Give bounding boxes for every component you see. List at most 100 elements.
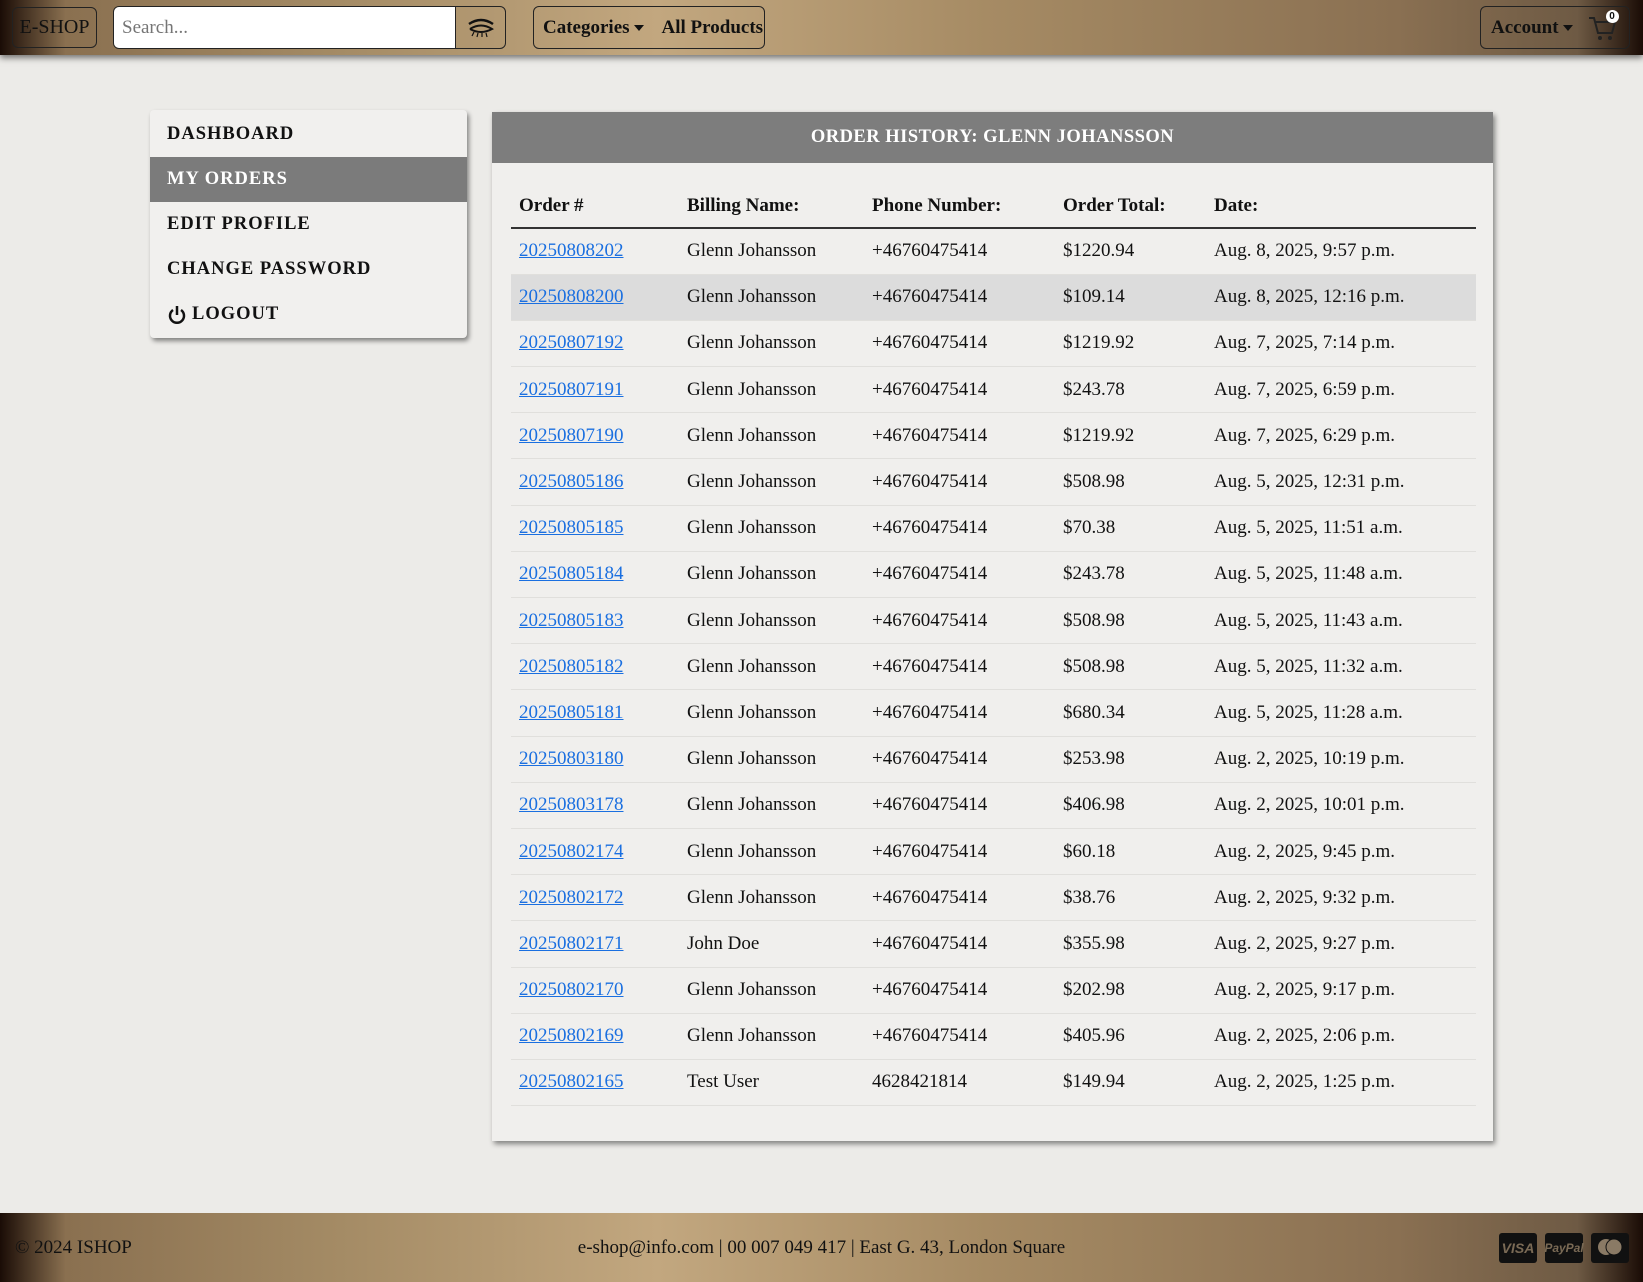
table-row: 20250808202 Glenn Johansson +46760475414 $1… (511, 228, 1476, 275)
cell-phone-number: +46760475414 (864, 228, 1055, 275)
sidebar-item-logout[interactable]: LOGOUT (150, 292, 467, 337)
cell-order-date: Aug. 8, 2025, 9:57 p.m. (1206, 228, 1476, 275)
cell-order-total: $38.76 (1055, 874, 1206, 922)
cell-order-date: Aug. 7, 2025, 6:29 p.m. (1206, 412, 1476, 460)
cell-order-date: Aug. 5, 2025, 11:32 a.m. (1206, 643, 1476, 691)
cell-phone-number: +46760475414 (864, 551, 1055, 599)
cell-order-number-link: 20250808200 (511, 274, 679, 321)
cell-order-number-link: 20250803178 (511, 782, 679, 829)
order-number-link[interactable]: 20250808200 (519, 286, 624, 307)
cell-order-total: $243.78 (1055, 551, 1206, 599)
order-number-link[interactable]: 20250807192 (519, 332, 624, 353)
order-number-link[interactable]: 20250802169 (519, 1025, 624, 1046)
table-row: 20250805186 Glenn Johansson +46760475414 $5… (511, 458, 1476, 506)
order-number-link[interactable]: 20250802171 (519, 933, 624, 954)
cell-order-total: $149.94 (1055, 1059, 1206, 1107)
cell-billing-name: Glenn Johansson (679, 967, 864, 1014)
cell-order-number-link: 20250805185 (511, 505, 679, 552)
order-number-link[interactable]: 20250805182 (519, 656, 624, 677)
cell-order-date: Aug. 8, 2025, 12:16 p.m. (1206, 274, 1476, 321)
cell-order-number-link: 20250807192 (511, 320, 679, 368)
order-number-link[interactable]: 20250802174 (519, 841, 624, 862)
cell-billing-name: Glenn Johansson (679, 412, 864, 460)
order-number-link[interactable]: 20250807190 (519, 425, 624, 446)
table-row: 20250802165 Test User 4628421814 $149.94 Aug… (511, 1059, 1476, 1107)
visa-icon: VISA (1499, 1233, 1537, 1263)
order-number-link[interactable]: 20250805181 (519, 702, 624, 723)
order-number-link[interactable]: 20250805185 (519, 517, 624, 538)
all-products-link[interactable]: All Products (662, 17, 764, 39)
cell-order-date: Aug. 2, 2025, 10:01 p.m. (1206, 782, 1476, 829)
table-row: 20250807190 Glenn Johansson +46760475414 $1… (511, 412, 1476, 460)
order-number-link[interactable]: 20250802172 (519, 887, 624, 908)
cell-phone-number: +46760475414 (864, 458, 1055, 506)
cell-order-total: $1220.94 (1055, 228, 1206, 275)
contact-info: e-shop@info.com | 00 007 049 417 | East … (577, 1237, 1066, 1258)
order-number-link[interactable]: 20250805186 (519, 471, 624, 492)
cell-billing-name: Glenn Johansson (679, 458, 864, 506)
logout-label: LOGOUT (192, 304, 280, 324)
table-row: 20250802171 John Doe +46760475414 $355.98 Au… (511, 920, 1476, 968)
cell-phone-number: +46760475414 (864, 967, 1055, 1014)
sidebar-item-my-orders[interactable]: MY ORDERS (150, 157, 467, 202)
cell-phone-number: 4628421814 (864, 1059, 1055, 1107)
table-row: 20250805185 Glenn Johansson +46760475414 $7… (511, 505, 1476, 552)
search-input[interactable] (114, 7, 455, 48)
cell-billing-name: Glenn Johansson (679, 505, 864, 552)
order-number-link[interactable]: 20250803180 (519, 748, 624, 769)
order-number-link[interactable]: 20250805184 (519, 563, 624, 584)
col-order-number: Order # (511, 184, 679, 229)
paypal-icon: PayPal (1544, 1233, 1584, 1263)
cell-billing-name: Glenn Johansson (679, 782, 864, 829)
sidebar-item-change-password[interactable]: CHANGE PASSWORD (150, 247, 467, 292)
cell-billing-name: Glenn Johansson (679, 643, 864, 691)
table-row: 20250807191 Glenn Johansson +46760475414 $2… (511, 366, 1476, 414)
cell-order-number-link: 20250807191 (511, 366, 679, 414)
order-number-link[interactable]: 20250803178 (519, 794, 624, 815)
cell-order-total: $406.98 (1055, 782, 1206, 829)
cart-count-badge: 0 (1605, 9, 1619, 23)
cell-order-date: Aug. 5, 2025, 11:43 a.m. (1206, 597, 1476, 645)
cart-button[interactable]: 0 (1587, 9, 1619, 43)
categories-label: Categories (543, 16, 630, 38)
cell-billing-name: Glenn Johansson (679, 736, 864, 783)
order-history-panel: ORDER HISTORY: GLENN JOHANSSON Order # B… (492, 112, 1493, 1141)
cell-order-total: $202.98 (1055, 967, 1206, 1014)
cell-order-date: Aug. 5, 2025, 11:28 a.m. (1206, 689, 1476, 737)
cell-phone-number: +46760475414 (864, 828, 1055, 876)
cell-order-number-link: 20250805186 (511, 458, 679, 506)
cell-billing-name: Glenn Johansson (679, 874, 864, 922)
footer: © 2024 ISHOP e-shop@info.com | 00 007 04… (0, 1213, 1643, 1282)
cell-phone-number: +46760475414 (864, 412, 1055, 460)
cell-order-total: $508.98 (1055, 643, 1206, 691)
cell-order-date: Aug. 7, 2025, 6:59 p.m. (1206, 366, 1476, 414)
cell-order-total: $243.78 (1055, 366, 1206, 414)
table-row: 20250807192 Glenn Johansson +46760475414 $1… (511, 320, 1476, 368)
search-button[interactable] (455, 7, 505, 48)
caret-down-icon (633, 25, 644, 32)
cell-phone-number: +46760475414 (864, 874, 1055, 922)
cell-order-number-link: 20250808202 (511, 228, 679, 275)
cell-billing-name: Glenn Johansson (679, 828, 864, 876)
search-form (113, 6, 506, 49)
account-dropdown[interactable]: Account (1491, 17, 1573, 39)
cell-billing-name: Glenn Johansson (679, 597, 864, 645)
order-number-link[interactable]: 20250808202 (519, 240, 624, 261)
top-navbar: E-SHOP Categories All Products Account 0 (0, 0, 1643, 55)
cell-billing-name: Glenn Johansson (679, 320, 864, 368)
cell-order-total: $405.96 (1055, 1013, 1206, 1060)
sidebar-item-dashboard[interactable]: DASHBOARD (150, 112, 467, 157)
categories-dropdown[interactable]: Categories (543, 17, 644, 39)
cell-order-number-link: 20250805183 (511, 597, 679, 645)
cell-order-number-link: 20250807190 (511, 412, 679, 460)
order-number-link[interactable]: 20250807191 (519, 379, 624, 400)
order-number-link[interactable]: 20250802165 (519, 1071, 624, 1092)
order-number-link[interactable]: 20250802170 (519, 979, 624, 1000)
order-number-link[interactable]: 20250805183 (519, 610, 624, 631)
table-row: 20250803180 Glenn Johansson +46760475414 $2… (511, 736, 1476, 783)
cell-order-total: $253.98 (1055, 736, 1206, 783)
brand-logo[interactable]: E-SHOP (12, 7, 97, 48)
cell-billing-name: Glenn Johansson (679, 366, 864, 414)
cell-billing-name: Glenn Johansson (679, 689, 864, 737)
sidebar-item-edit-profile[interactable]: EDIT PROFILE (150, 202, 467, 247)
